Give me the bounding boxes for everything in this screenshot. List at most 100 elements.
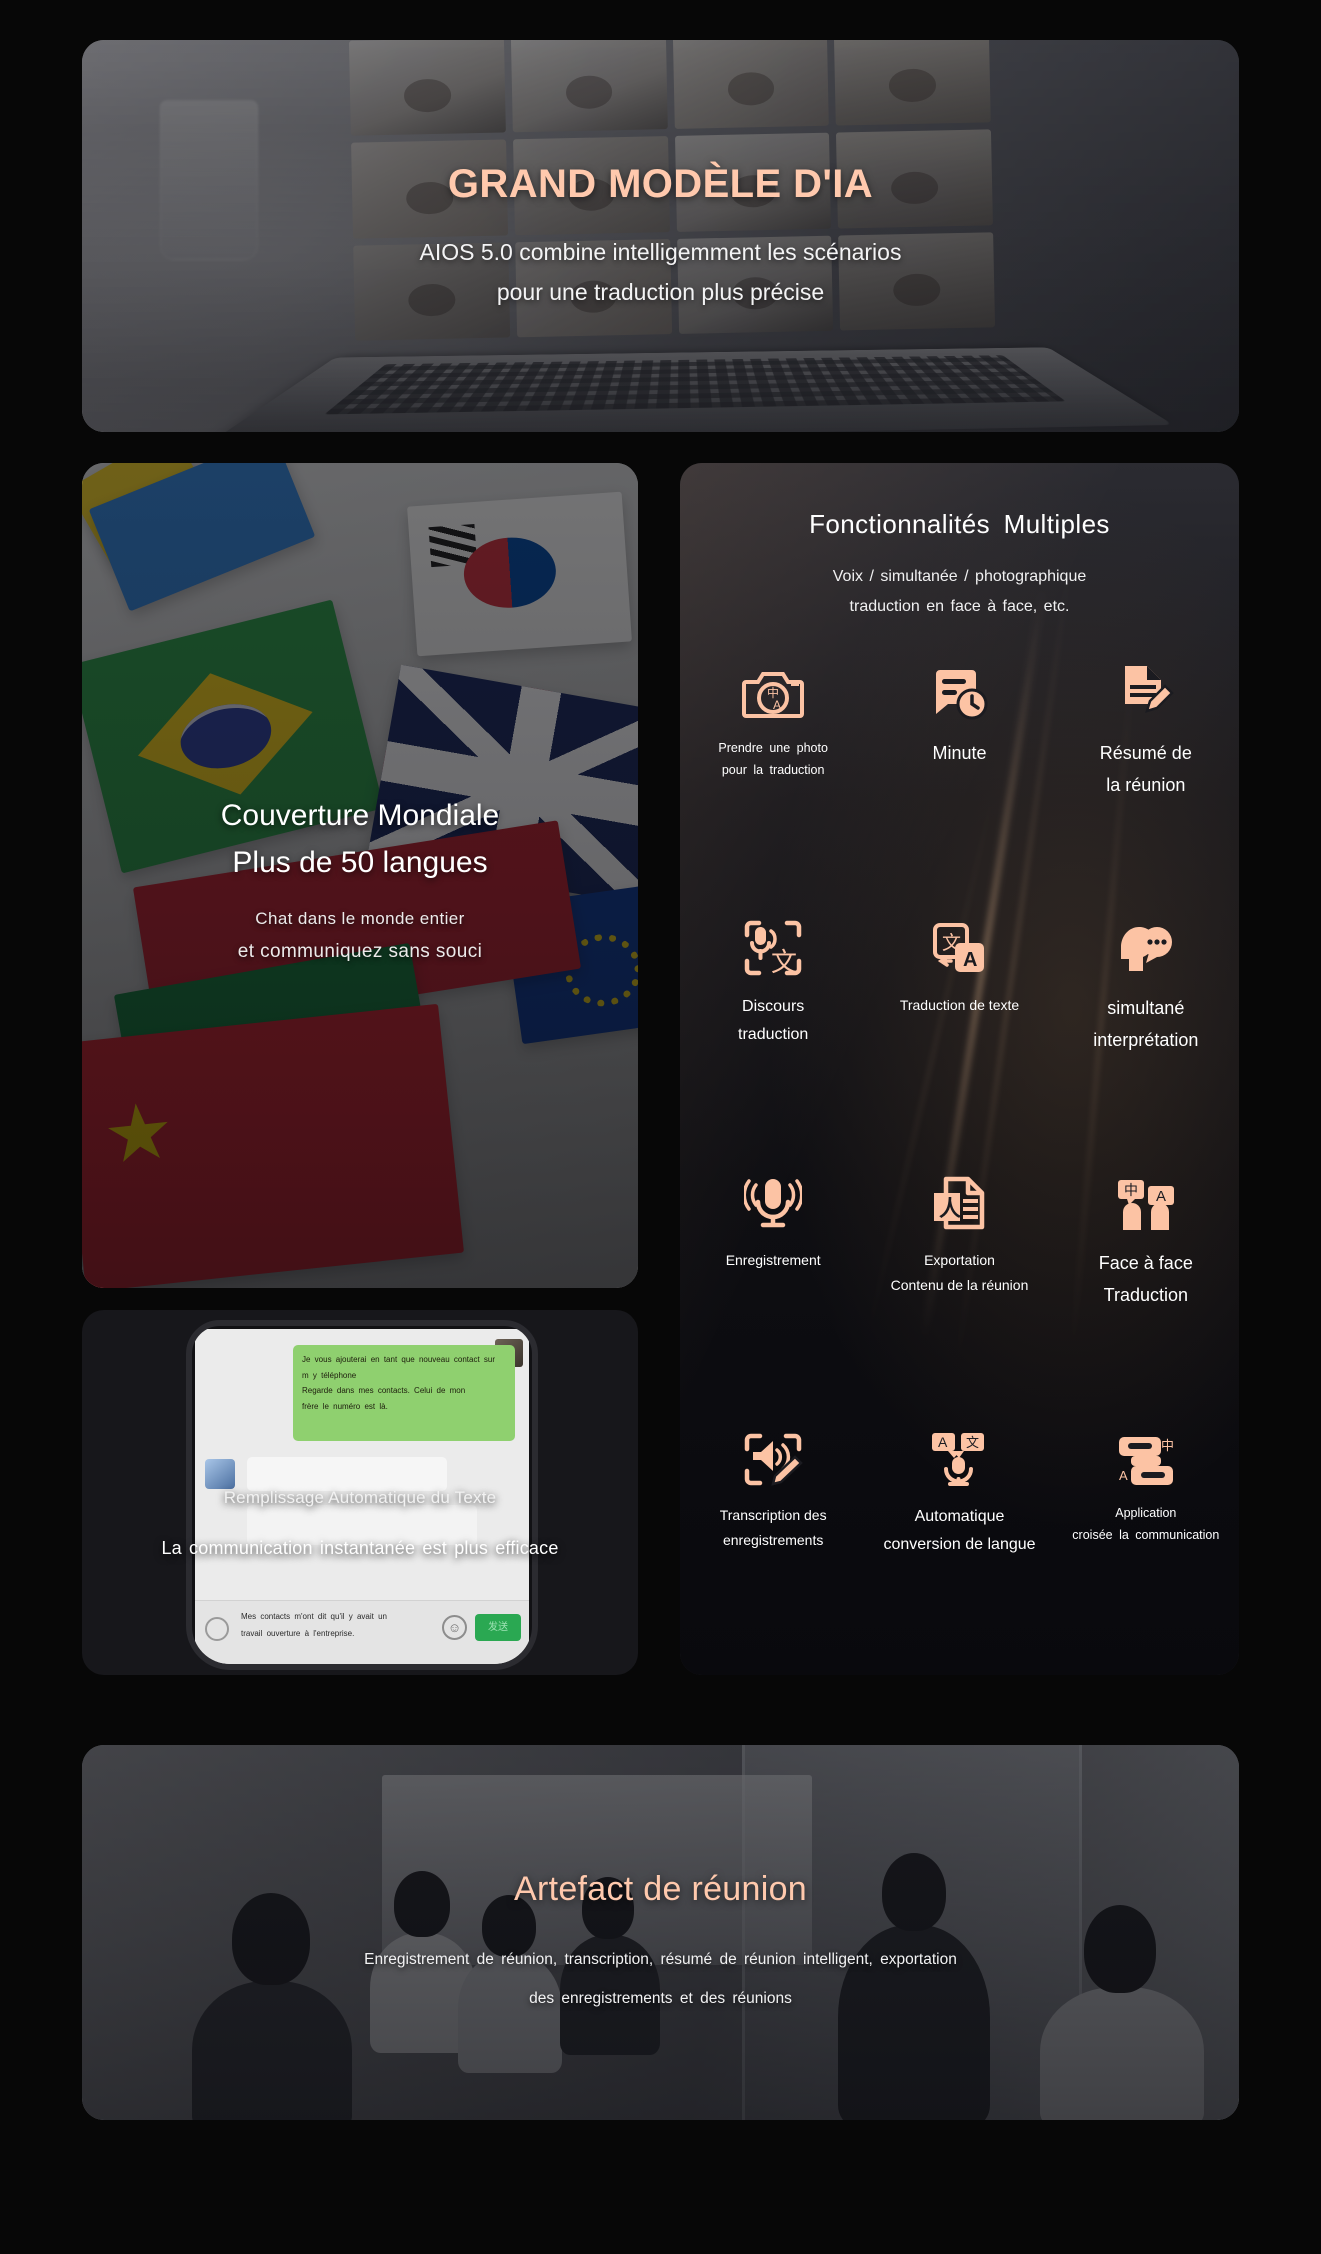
coverage-copy: Couverture Mondiale Plus de 50 langues C… xyxy=(82,793,638,969)
speech-translate-icon: 文 xyxy=(682,903,864,977)
chat-bubble-outgoing: Je vous ajouterai en tant que nouveau co… xyxy=(293,1345,515,1441)
feature-caption-line-1: simultané xyxy=(1055,993,1237,1025)
feature-item[interactable]: simultané interprétation xyxy=(1053,891,1239,1146)
feature-caption-line-1: Prendre une photo xyxy=(682,738,864,760)
feature-item[interactable]: 中 A Face à face Traduction xyxy=(1053,1146,1239,1401)
features-sub-line-2: traduction en face à face, etc. xyxy=(850,598,1070,615)
feature-caption: Automatique conversion de langue xyxy=(868,1503,1050,1559)
banner-sub-line-2: des enregistrements et des réunions xyxy=(529,1990,792,2007)
feature-caption: Prendre une photo pour la traduction xyxy=(682,738,864,782)
feature-item[interactable]: 人 Exportation Contenu de la réunion xyxy=(866,1146,1052,1401)
cross-app-icon: 中 A xyxy=(1055,1413,1237,1487)
feature-caption-line-2: traduction xyxy=(682,1021,864,1049)
feature-caption: Transcription des enregistrements xyxy=(682,1503,864,1552)
feature-caption: simultané interprétation xyxy=(1055,993,1237,1056)
svg-text:A: A xyxy=(938,1434,948,1450)
banner-title: Artefact de réunion xyxy=(82,1870,1239,1909)
svg-text:A: A xyxy=(773,698,781,712)
svg-text:中: 中 xyxy=(1161,1438,1174,1453)
feature-caption-line-2: Contenu de la réunion xyxy=(868,1273,1050,1298)
coverage-title-line-1: Couverture Mondiale xyxy=(221,799,499,832)
banner-subtitle: Enregistrement de réunion, transcription… xyxy=(82,1941,1239,2019)
feature-caption: Exportation Contenu de la réunion xyxy=(868,1248,1050,1297)
text-translate-icon: 文 A xyxy=(868,903,1050,977)
features-grid: 中 A Prendre une photo pour la traduction xyxy=(680,636,1239,1656)
transcription-pen-icon xyxy=(682,1413,864,1487)
feature-caption-line-2: pour la traduction xyxy=(682,760,864,782)
feature-item[interactable]: Résumé de la réunion xyxy=(1053,636,1239,891)
svg-text:A: A xyxy=(963,949,977,971)
svg-text:A: A xyxy=(1119,1468,1128,1483)
feature-caption-line-1: Transcription des xyxy=(682,1503,864,1528)
input-line-2: travail ouverture à l'entreprise. xyxy=(241,1629,354,1638)
feature-caption: Application croisée la communication xyxy=(1055,1503,1237,1547)
features-header: Fonctionnalités Multiples Voix / simulta… xyxy=(680,509,1239,621)
svg-text:A: A xyxy=(1156,1188,1166,1205)
feature-item[interactable]: Enregistrement xyxy=(680,1146,866,1401)
feature-caption-line-1: Minute xyxy=(868,738,1050,770)
feature-item[interactable]: 文 Discours traduction xyxy=(680,891,866,1146)
marketing-page: GRAND MODÈLE D'IA AIOS 5.0 combine intel… xyxy=(0,0,1321,2254)
coverage-subtitle: Chat dans le monde entier et communiquez… xyxy=(82,903,638,970)
banner-copy: Artefact de réunion Enregistrement de ré… xyxy=(82,1870,1239,2019)
coverage-title: Couverture Mondiale Plus de 50 langues xyxy=(82,793,638,887)
send-button[interactable]: 发送 xyxy=(475,1614,521,1641)
bubble-line-1: Je vous ajouterai en tant que nouveau co… xyxy=(302,1355,495,1364)
feature-caption-line-1: Application xyxy=(1055,1503,1237,1525)
feature-caption-line-1: Traduction de texte xyxy=(868,993,1050,1018)
export-pdf-icon: 人 xyxy=(868,1158,1050,1232)
hero-subtitle-line-1: AIOS 5.0 combine intelligemment les scén… xyxy=(420,239,902,265)
features-title: Fonctionnalités Multiples xyxy=(680,509,1239,540)
summary-edit-icon xyxy=(1055,648,1237,722)
voice-toggle-icon[interactable] xyxy=(205,1617,229,1641)
feature-item[interactable]: Transcription des enregistrements xyxy=(680,1401,866,1656)
feature-caption-line-1: Enregistrement xyxy=(682,1248,864,1273)
banner-sub-line-1: Enregistrement de réunion, transcription… xyxy=(364,1951,957,1968)
svg-text:文: 文 xyxy=(966,1435,979,1450)
svg-text:中: 中 xyxy=(1124,1182,1138,1198)
hero-title: GRAND MODÈLE D'IA xyxy=(82,162,1239,207)
feature-item[interactable]: 文 A Traduction de texte xyxy=(866,891,1052,1146)
feature-item[interactable]: 中 A Prendre une photo pour la traduction xyxy=(680,636,866,891)
svg-text:人: 人 xyxy=(939,1196,961,1221)
feature-caption-line-2: conversion de langue xyxy=(868,1531,1050,1559)
camera-translate-icon: 中 A xyxy=(682,648,864,722)
features-sub-line-1: Voix / simultanée / photographique xyxy=(833,568,1087,585)
hero-card: GRAND MODÈLE D'IA AIOS 5.0 combine intel… xyxy=(82,40,1239,432)
feature-item[interactable]: Minute xyxy=(866,636,1052,891)
feature-caption: Discours traduction xyxy=(682,993,864,1049)
svg-text:文: 文 xyxy=(771,947,797,977)
microphone-record-icon xyxy=(682,1158,864,1232)
auto-fill-title: Remplissage Automatique du Texte xyxy=(82,1488,638,1508)
chat-avatar-left xyxy=(205,1459,235,1489)
coverage-sub-line-2: et communiquez sans souci xyxy=(238,941,482,962)
feature-item[interactable]: A 文 Automatique conversion de langue xyxy=(866,1401,1052,1656)
chat-input-text[interactable]: Mes contacts m'ont dit qu'il y avait un … xyxy=(241,1609,456,1643)
feature-caption-line-1: Face à face xyxy=(1055,1248,1237,1280)
hero-subtitle: AIOS 5.0 combine intelligemment les scén… xyxy=(82,233,1239,312)
feature-caption-line-2: la réunion xyxy=(1055,770,1237,802)
feature-caption: Face à face Traduction xyxy=(1055,1248,1237,1311)
feature-caption-line-2: Traduction xyxy=(1055,1280,1237,1312)
feature-item[interactable]: 中 A Application croisée la communication xyxy=(1053,1401,1239,1656)
coverage-title-line-2: Plus de 50 langues xyxy=(232,846,487,879)
chat-input-bar[interactable]: Mes contacts m'ont dit qu'il y avait un … xyxy=(195,1600,529,1664)
emoji-icon[interactable]: ☺ xyxy=(442,1615,467,1640)
input-line-1: Mes contacts m'ont dit qu'il y avait un xyxy=(241,1612,387,1621)
feature-caption-line-1: Exportation xyxy=(868,1248,1050,1273)
chat-bubble-incoming xyxy=(247,1457,447,1491)
feature-caption-line-2: enregistrements xyxy=(682,1528,864,1553)
bubble-line-3: Regarde dans mes contacts. Celui de mon xyxy=(302,1386,465,1395)
simultaneous-head-icon xyxy=(1055,903,1237,977)
feature-caption: Traduction de texte xyxy=(868,993,1050,1018)
bubble-line-4: frère le numéro est là. xyxy=(302,1402,388,1411)
global-coverage-card: Couverture Mondiale Plus de 50 langues C… xyxy=(82,463,638,1288)
bubble-line-2: m y téléphone xyxy=(302,1371,356,1380)
minutes-clock-icon xyxy=(868,648,1050,722)
feature-caption-line-2: croisée la communication xyxy=(1055,1525,1237,1547)
feature-caption-line-1: Automatique xyxy=(868,1503,1050,1531)
feature-caption: Minute xyxy=(868,738,1050,770)
features-card: Fonctionnalités Multiples Voix / simulta… xyxy=(680,463,1239,1675)
feature-caption: Enregistrement xyxy=(682,1248,864,1273)
coverage-sub-line-1: Chat dans le monde entier xyxy=(255,909,464,928)
